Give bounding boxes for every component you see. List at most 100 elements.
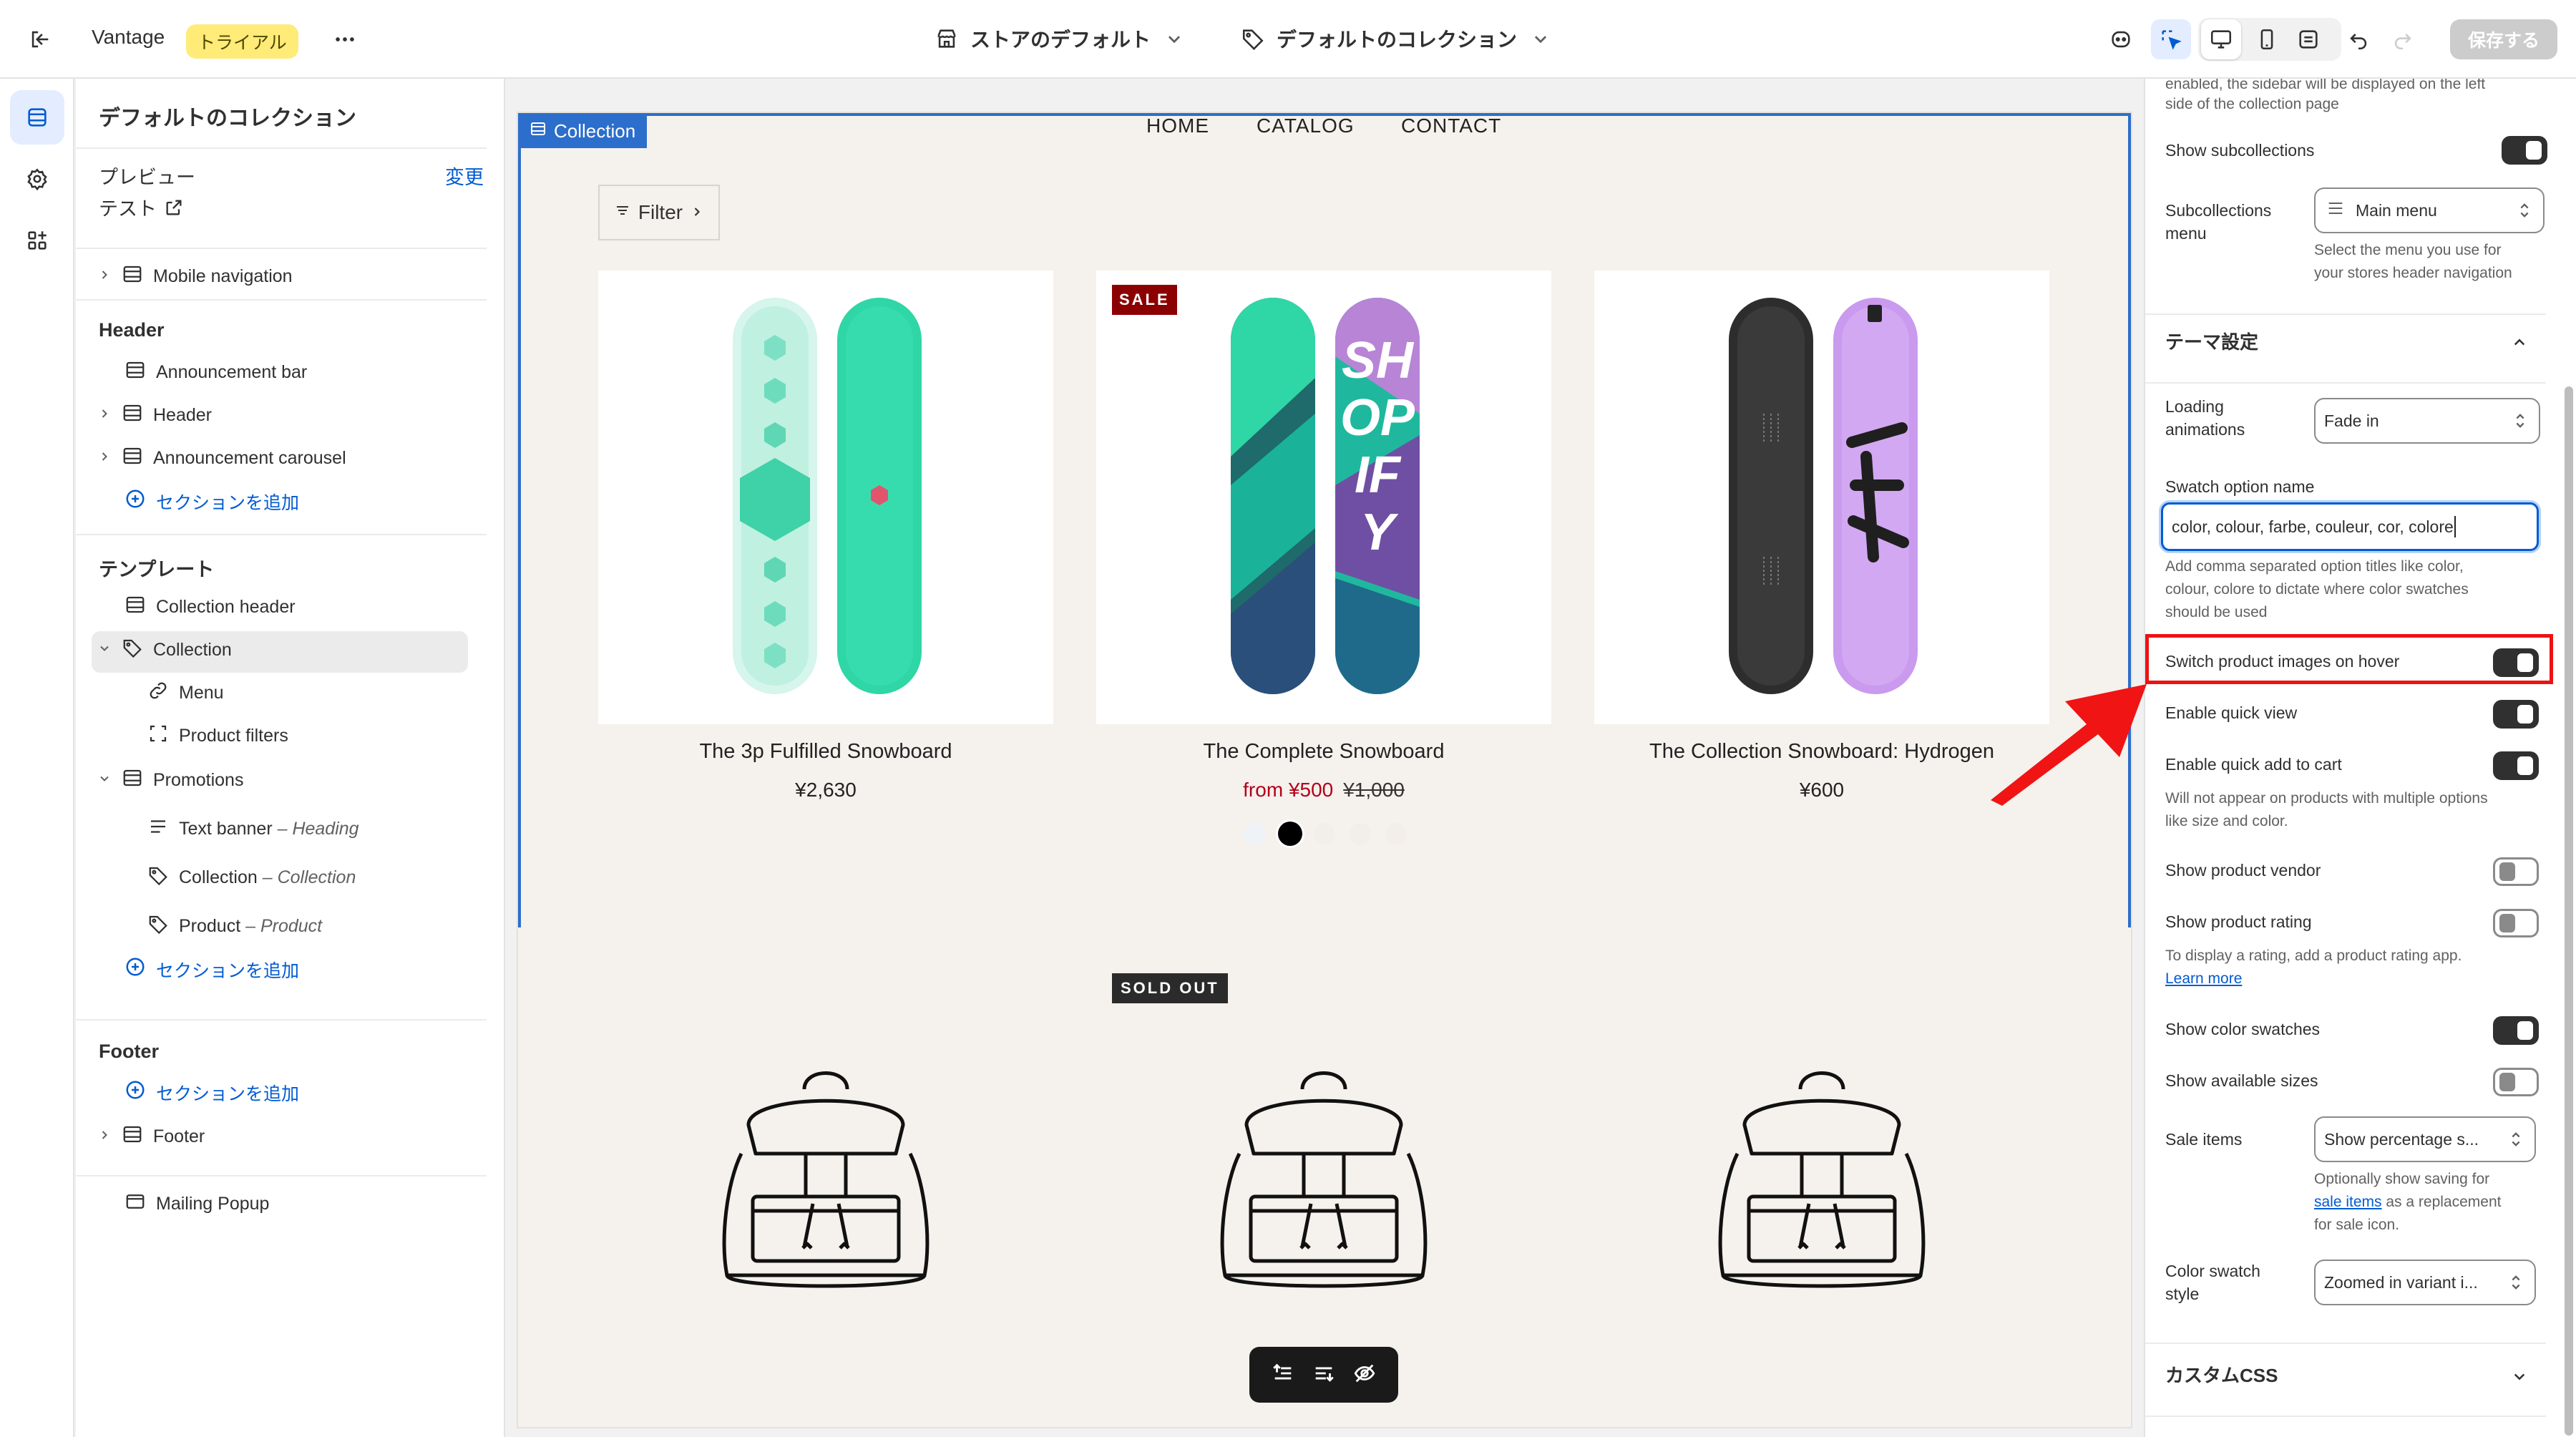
preview-change-link[interactable]: 変更 (445, 162, 484, 190)
preview-value[interactable]: テスト (99, 193, 184, 221)
show-available-sizes-toggle[interactable] (2493, 1068, 2539, 1096)
panel-title: デフォルトのコレクション (99, 107, 356, 130)
product-image[interactable]: SH OP IF Y (1096, 271, 1551, 724)
section-header[interactable]: Header (97, 402, 212, 429)
product-image-placeholder[interactable] (1702, 1061, 1942, 1307)
desktop-icon[interactable] (2201, 19, 2241, 59)
section-announcement-carousel[interactable]: Announcement carousel (97, 445, 346, 472)
add-section-template[interactable]: セクションを追加 (125, 956, 299, 983)
divider (76, 147, 487, 149)
product-image-placeholder[interactable] (1204, 1061, 1444, 1307)
loading-animations-select[interactable]: Fade in (2314, 398, 2540, 444)
move-up-icon[interactable] (1271, 1361, 1295, 1389)
show-rating-toggle[interactable] (2493, 909, 2539, 937)
filter-button[interactable]: Filter (598, 185, 720, 240)
selected-section-label[interactable]: Collection (519, 115, 648, 148)
subcollections-menu-select[interactable]: Main menu (2314, 187, 2545, 233)
chevron-down-icon (97, 640, 112, 661)
swatch-dot[interactable] (1314, 823, 1335, 844)
color-swatch-style-select[interactable]: Zoomed in variant i... (2314, 1260, 2536, 1305)
save-button[interactable]: 保存する (2450, 19, 2557, 59)
select-arrows-icon (2514, 200, 2534, 225)
section-footer[interactable]: Footer (97, 1124, 205, 1150)
block-product-filters[interactable]: Product filters (147, 723, 288, 749)
section-label: Mailing Popup (156, 1194, 270, 1214)
product-compare-price: ¥1,000 (1343, 779, 1405, 801)
sale-items-select[interactable]: Show percentage s... (2314, 1116, 2536, 1162)
nav-catalog[interactable]: CATALOG (1257, 115, 1355, 137)
product-title[interactable]: The Collection Snowboard: Hydrogen (1594, 740, 2049, 764)
section-label: Mobile navigation (153, 266, 293, 286)
hide-icon[interactable] (1352, 1361, 1377, 1389)
help-text-line: sale items as a replacement (2314, 1191, 2501, 1214)
template-context-selector[interactable]: デフォルトのコレクション (1241, 24, 1553, 53)
block-product[interactable]: Product – Product (147, 913, 322, 940)
swatch-option-name-input[interactable]: color, colour, farbe, couleur, cor, colo… (2161, 502, 2539, 551)
product-image[interactable] (1594, 271, 2049, 724)
add-section-label: セクションを追加 (156, 492, 300, 513)
subcollections-menu-label: menu (2165, 224, 2207, 243)
nav-contact[interactable]: CONTACT (1401, 115, 1501, 137)
menu-lines-icon (2326, 198, 2346, 223)
show-subcollections-toggle[interactable] (2502, 136, 2547, 165)
filter-icon (147, 723, 169, 749)
help-text: To display a rating, add a product ratin… (2165, 948, 2462, 964)
chevron-down-icon (1528, 26, 1553, 51)
color-swatch-style-label: Color swatch (2165, 1262, 2260, 1280)
divider (2145, 382, 2546, 384)
swatch-dot[interactable] (1278, 822, 1302, 846)
sold-out-badge: SOLD OUT (1112, 973, 1228, 1003)
learn-more-link[interactable]: Learn more (2165, 968, 2242, 990)
chevron-down-icon[interactable] (2509, 1365, 2530, 1390)
theme-settings-heading[interactable]: テーマ設定 (2165, 331, 2258, 354)
section-promotions[interactable]: Promotions (97, 767, 243, 794)
scrollbar[interactable] (2565, 386, 2573, 1436)
product-title[interactable]: The 3p Fulfilled Snowboard (598, 740, 1053, 764)
section-mobile-navigation[interactable]: Mobile navigation (97, 263, 293, 290)
enable-quick-view-toggle[interactable] (2493, 700, 2539, 729)
swatch-dot[interactable] (1244, 823, 1265, 844)
swatch-dot[interactable] (1350, 823, 1371, 844)
settings-icon[interactable] (10, 152, 64, 206)
mobile-icon[interactable] (2247, 19, 2287, 59)
help-text: side of the collection page (2165, 96, 2339, 112)
divider (76, 1175, 487, 1177)
store-icon (935, 26, 959, 51)
block-text-banner[interactable]: Text banner – Heading (147, 816, 359, 842)
undo-icon[interactable] (2338, 19, 2379, 59)
sections-icon[interactable] (10, 90, 64, 145)
move-down-icon[interactable] (1312, 1361, 1336, 1389)
section-collection[interactable]: Collection (97, 637, 232, 663)
inspect-icon[interactable] (2151, 19, 2191, 59)
add-section-header[interactable]: セクションを追加 (125, 488, 299, 515)
add-section-footer[interactable]: セクションを追加 (125, 1079, 299, 1106)
product-price: ¥600 (1799, 779, 1845, 801)
product-image[interactable] (598, 271, 1053, 724)
swatch-dot[interactable] (1385, 823, 1407, 844)
help-text: should be used (2165, 604, 2268, 620)
tag-icon (147, 913, 169, 940)
enable-quick-add-toggle[interactable] (2493, 751, 2539, 780)
fullwidth-icon[interactable] (2288, 19, 2328, 59)
more-icon[interactable] (325, 19, 365, 59)
section-icon (125, 594, 146, 620)
product-image-placeholder[interactable] (706, 1061, 946, 1307)
section-announcement-bar[interactable]: Announcement bar (125, 359, 307, 386)
chevron-down-icon (1162, 26, 1186, 51)
block-menu[interactable]: Menu (147, 680, 224, 706)
block-collection[interactable]: Collection – Collection (147, 864, 356, 891)
show-color-swatches-toggle[interactable] (2493, 1016, 2539, 1045)
redo-icon[interactable] (2383, 19, 2423, 59)
sale-items-link[interactable]: sale items (2314, 1194, 2382, 1210)
section-collection-header[interactable]: Collection header (125, 594, 296, 620)
section-mailing-popup[interactable]: Mailing Popup (125, 1191, 269, 1217)
store-context-selector[interactable]: ストアのデフォルト (935, 24, 1186, 53)
show-vendor-toggle[interactable] (2493, 857, 2539, 886)
apps-icon[interactable] (10, 213, 64, 268)
exit-icon[interactable] (20, 19, 60, 59)
nav-home[interactable]: HOME (1146, 115, 1209, 137)
chevron-up-icon[interactable] (2509, 332, 2530, 357)
custom-css-heading[interactable]: カスタムCSS (2165, 1364, 2278, 1387)
product-title[interactable]: The Complete Snowboard (1096, 740, 1551, 764)
sidekick-icon[interactable] (2101, 19, 2141, 59)
